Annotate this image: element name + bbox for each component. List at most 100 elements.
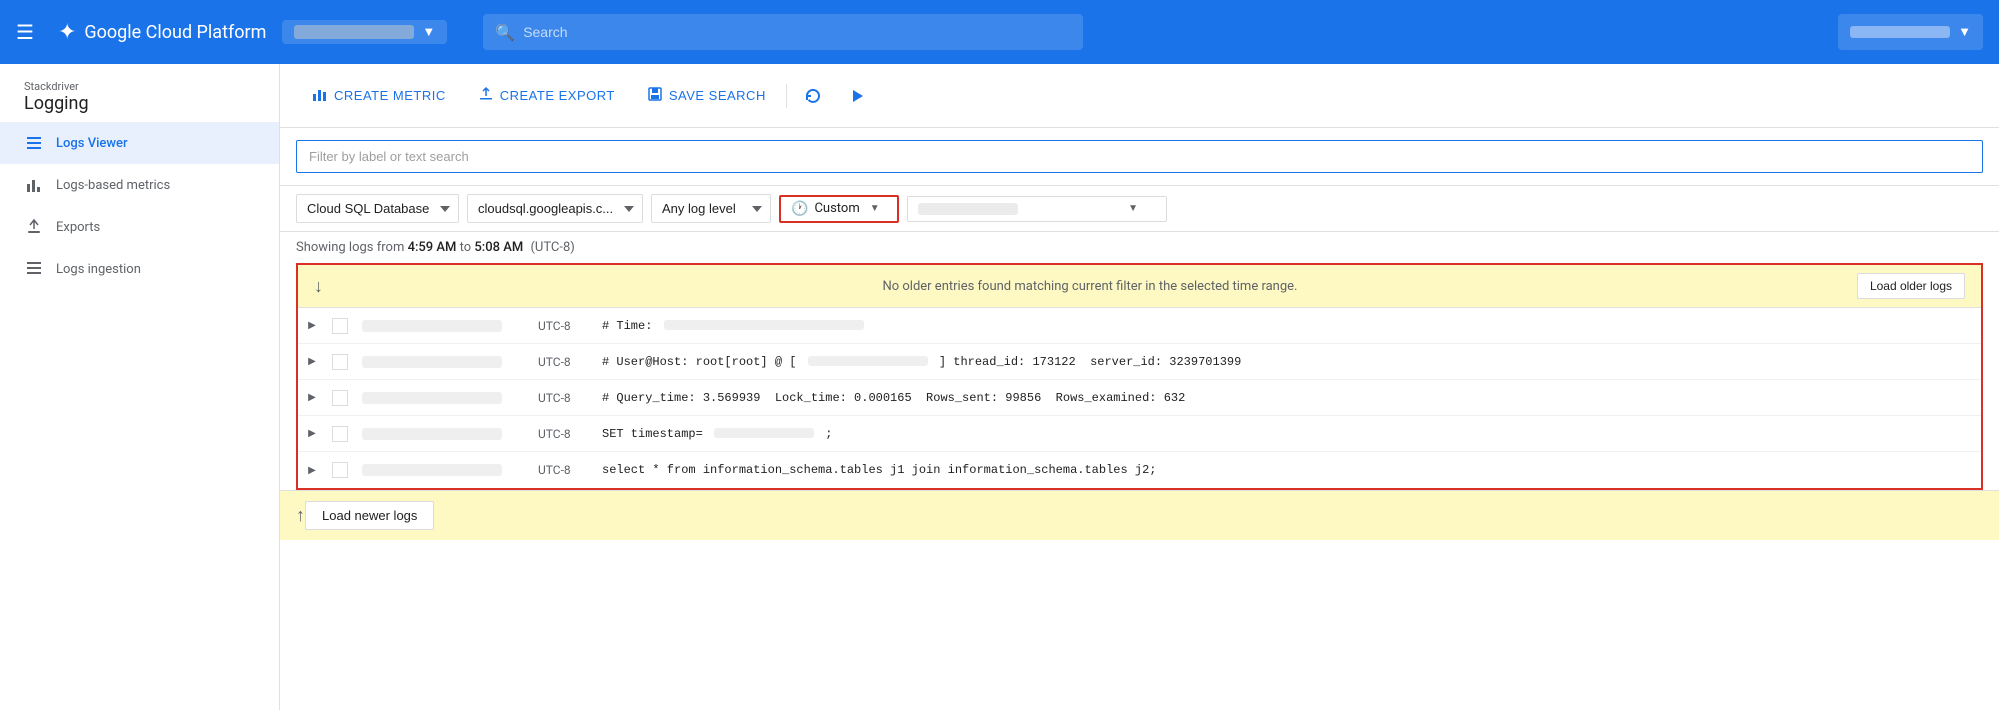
- timezone-cell: UTC-8: [534, 355, 594, 369]
- time-select-label: Custom: [814, 201, 859, 216]
- up-arrow-icon[interactable]: ↑: [296, 505, 305, 526]
- sidebar-item-exports[interactable]: Exports: [0, 206, 279, 248]
- timestamp-blurred: [362, 356, 502, 368]
- log-content-suffix: ;: [825, 427, 832, 441]
- sidebar-logs-viewer-label: Logs Viewer: [56, 136, 128, 151]
- nav-right-area: ▼: [1838, 14, 1983, 50]
- star-checkbox[interactable]: [326, 390, 354, 406]
- time-select[interactable]: 🕐 Custom ▼: [779, 195, 899, 223]
- log-table-container: ↓ No older entries found matching curren…: [296, 263, 1983, 490]
- timezone-cell: UTC-8: [534, 427, 594, 441]
- timezone-cell: UTC-8: [534, 319, 594, 333]
- star-checkbox[interactable]: [326, 354, 354, 370]
- table-row: ▶ UTC-8 select * from information_schema…: [298, 452, 1981, 488]
- star-checkbox[interactable]: [326, 462, 354, 478]
- search-icon: 🔍: [495, 23, 515, 42]
- timestamp-cell: [354, 428, 534, 440]
- time-dropdown-icon: ▼: [870, 203, 880, 214]
- create-metric-button[interactable]: CREATE METRIC: [296, 64, 462, 127]
- toolbar: CREATE METRIC CREATE EXPORT SAVE SEARCH: [280, 64, 1999, 128]
- sidebar-product-title: Logging: [24, 93, 255, 114]
- log-content-text: select * from information_schema.tables …: [602, 463, 1157, 477]
- export-icon: [24, 218, 44, 236]
- expand-icon[interactable]: ▶: [298, 465, 326, 476]
- star-checkbox[interactable]: [326, 426, 354, 442]
- logs-ingestion-icon: [24, 260, 44, 278]
- log-content-cell: # User@Host: root[root] @ [ ] thread_id:…: [594, 349, 1981, 375]
- sidebar-logs-metrics-label: Logs-based metrics: [56, 178, 170, 193]
- logs-timezone: (UTC-8): [530, 240, 574, 255]
- refresh-button[interactable]: [791, 64, 835, 127]
- content-area: CREATE METRIC CREATE EXPORT SAVE SEARCH: [280, 64, 1999, 710]
- sidebar-product-sub: Stackdriver: [24, 80, 255, 93]
- load-older-logs-button[interactable]: Load older logs: [1857, 273, 1965, 299]
- project-selector[interactable]: ▼: [282, 20, 447, 44]
- logs-to-text: to: [460, 240, 475, 255]
- log-content-text: # Query_time: 3.569939 Lock_time: 0.0001…: [602, 391, 1185, 405]
- search-input[interactable]: [523, 24, 1071, 40]
- timestamp-blurred: [362, 428, 502, 440]
- main-layout: Stackdriver Logging Logs Viewer Logs-bas…: [0, 64, 1999, 710]
- timezone-cell: UTC-8: [534, 463, 594, 477]
- sidebar-header: Stackdriver Logging: [0, 64, 279, 122]
- sidebar-item-logs-ingestion[interactable]: Logs ingestion: [0, 248, 279, 290]
- timestamp-blurred: [362, 464, 502, 476]
- timestamp-cell: [354, 320, 534, 332]
- log-content-cell: # Query_time: 3.569939 Lock_time: 0.0001…: [594, 385, 1981, 411]
- create-export-button[interactable]: CREATE EXPORT: [462, 64, 631, 127]
- star-checkbox[interactable]: [326, 318, 354, 334]
- play-button[interactable]: [835, 64, 879, 127]
- table-row: ▶ UTC-8 SET timestamp= ;: [298, 416, 1981, 452]
- log-content-text: SET timestamp=: [602, 427, 703, 441]
- timestamp-cell: [354, 464, 534, 476]
- hamburger-icon[interactable]: ☰: [16, 20, 34, 44]
- timestamp-blurred: [362, 320, 502, 332]
- expand-icon[interactable]: ▶: [298, 320, 326, 331]
- log-content-text: # User@Host: root[root] @ [: [602, 355, 796, 369]
- log-content-suffix: ] thread_id: 173122 server_id: 323970139…: [939, 355, 1241, 369]
- log-content-cell: SET timestamp= ;: [594, 421, 1981, 447]
- expand-icon[interactable]: ▶: [298, 428, 326, 439]
- chart-icon: [24, 176, 44, 194]
- app-logo: ✦ Google Cloud Platform: [58, 20, 266, 45]
- table-row: ▶ UTC-8 # User@Host: root[root] @ [ ] th…: [298, 344, 1981, 380]
- log-content-cell: select * from information_schema.tables …: [594, 457, 1981, 483]
- save-search-button[interactable]: SAVE SEARCH: [631, 64, 782, 127]
- filter-section: [280, 128, 1999, 186]
- project-dropdown-icon: ▼: [422, 24, 435, 40]
- log-name-select[interactable]: cloudsql.googleapis.c...: [467, 194, 643, 223]
- project-name-blurred: [294, 25, 414, 39]
- timezone-cell: UTC-8: [534, 391, 594, 405]
- extra-filter-blurred: [918, 203, 1018, 215]
- top-navbar: ☰ ✦ Google Cloud Platform ▼ 🔍 ▼: [0, 0, 1999, 64]
- filter-input[interactable]: [296, 140, 1983, 173]
- notice-older-message: No older entries found matching current …: [323, 279, 1857, 294]
- load-newer-logs-button[interactable]: Load newer logs: [305, 501, 434, 530]
- global-search[interactable]: 🔍: [483, 14, 1083, 50]
- logs-status-text: Showing logs from: [296, 240, 408, 255]
- down-arrow-icon[interactable]: ↓: [314, 276, 323, 297]
- account-name-blurred: [1850, 26, 1950, 38]
- logs-from-time: 4:59 AM: [408, 240, 457, 255]
- google-dots-icon: ✦: [58, 20, 76, 45]
- expand-icon[interactable]: ▶: [298, 356, 326, 367]
- table-row: ▶ UTC-8 # Time:: [298, 308, 1981, 344]
- extra-filter-select[interactable]: ▼: [907, 196, 1167, 222]
- create-metric-label: CREATE METRIC: [334, 88, 446, 103]
- sidebar-item-logs-viewer[interactable]: Logs Viewer: [0, 122, 279, 164]
- account-dropdown-icon: ▼: [1958, 24, 1971, 40]
- log-level-select[interactable]: Any log level: [651, 194, 771, 223]
- resource-select[interactable]: Cloud SQL Database: [296, 194, 459, 223]
- chart-bar-icon: [312, 86, 328, 105]
- extra-filter-dropdown-icon: ▼: [1128, 203, 1138, 214]
- log-content-text: # Time:: [602, 319, 660, 333]
- account-dropdown[interactable]: ▼: [1838, 14, 1983, 50]
- sidebar: Stackdriver Logging Logs Viewer Logs-bas…: [0, 64, 280, 710]
- notice-older-bar: ↓ No older entries found matching curren…: [298, 265, 1981, 308]
- timestamp-cell: [354, 356, 534, 368]
- expand-icon[interactable]: ▶: [298, 392, 326, 403]
- app-title: Google Cloud Platform: [84, 22, 266, 43]
- sidebar-item-logs-metrics[interactable]: Logs-based metrics: [0, 164, 279, 206]
- create-export-label: CREATE EXPORT: [500, 88, 615, 103]
- sidebar-exports-label: Exports: [56, 220, 100, 235]
